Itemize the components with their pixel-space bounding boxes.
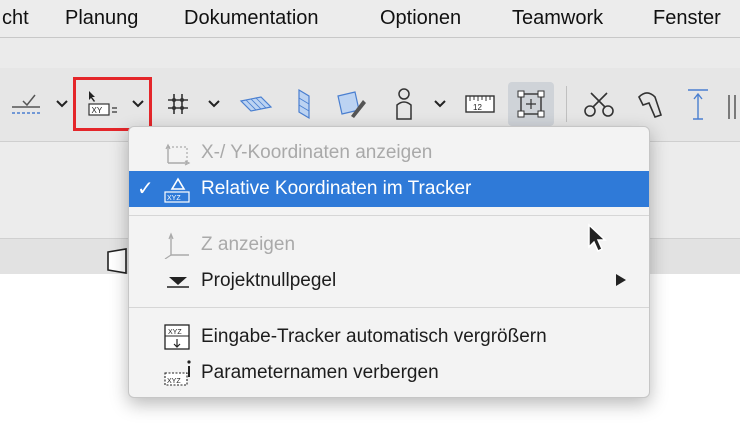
toolbar-overflow-button[interactable] xyxy=(722,82,740,126)
svg-text:XY: XY xyxy=(92,106,103,115)
menu-separator xyxy=(129,215,649,216)
relative-coordinates-icon: XYZ xyxy=(164,177,190,203)
svg-text:XYZ: XYZ xyxy=(167,195,181,202)
pick-button[interactable] xyxy=(628,82,670,126)
pick-icon xyxy=(638,92,663,118)
hide-parameter-names-icon: XYZ xyxy=(164,360,191,386)
menu-optionen[interactable]: Optionen xyxy=(380,7,461,30)
scissors-button[interactable] xyxy=(578,82,620,126)
menu-item-project-zero[interactable]: Projektnullpegel xyxy=(129,263,649,299)
menu-item-label: X-/ Y-Koordinaten anzeigen xyxy=(201,142,433,163)
guide-line-icon xyxy=(12,94,40,114)
menu-item-relative-coordinates[interactable]: ✓ XYZ Relative Koordinaten im Tracker xyxy=(129,171,649,253)
menu-item-tracker-enlarge[interactable]: XYZ Eingabe-Tracker automatisch vergröße… xyxy=(129,319,649,355)
window-title-area xyxy=(0,38,740,68)
svg-text:12: 12 xyxy=(473,103,482,112)
menu-item-show-z[interactable]: Z anzeigen xyxy=(129,227,649,263)
svg-text:XYZ: XYZ xyxy=(167,378,181,385)
coordinates-dropdown-menu: X-/ Y-Koordinaten anzeigen ✓ XYZ Relativ… xyxy=(128,126,650,398)
grid-snap-icon xyxy=(168,94,188,114)
submenu-arrow-icon xyxy=(616,274,626,286)
vertical-plane-button[interactable] xyxy=(288,82,320,126)
z-axis-icon xyxy=(164,232,189,259)
checkmark-icon: ✓ xyxy=(137,178,154,200)
chevron-down-icon[interactable] xyxy=(52,82,72,126)
elevation-icon xyxy=(688,89,708,120)
svg-text:XYZ: XYZ xyxy=(168,329,182,336)
menu-bar: cht Planung Dokumentation Optionen Teamw… xyxy=(0,0,740,38)
menu-item-label: Parameternamen verbergen xyxy=(201,362,439,383)
xy-coordinates-icon xyxy=(165,143,191,166)
menu-item-label: Relative Koordinaten im Tracker xyxy=(201,178,472,199)
zero-level-icon xyxy=(167,277,189,288)
menu-item-label: Z anzeigen xyxy=(201,234,296,255)
toolbar-separator xyxy=(566,86,567,122)
guide-line-button[interactable] xyxy=(6,82,46,126)
figure-button[interactable] xyxy=(388,82,420,126)
edit-plane-button[interactable] xyxy=(332,82,370,126)
selection-frame-icon xyxy=(517,90,545,118)
document-shape-icon xyxy=(107,248,127,274)
ruler-icon: 12 xyxy=(465,95,495,113)
chevron-down-icon[interactable] xyxy=(204,82,224,126)
elevation-icon xyxy=(728,95,736,119)
selection-frame-button[interactable] xyxy=(508,82,554,126)
menu-separator xyxy=(129,307,649,308)
tracker-enlarge-icon: XYZ xyxy=(164,324,190,350)
menu-planung[interactable]: Planung xyxy=(65,7,138,30)
chevron-down-icon[interactable] xyxy=(430,82,450,126)
menu-item-label: Projektnullpegel xyxy=(201,270,337,291)
menu-fenster[interactable]: Fenster xyxy=(653,7,721,30)
grid-snap-button[interactable] xyxy=(160,82,196,126)
edit-plane-icon xyxy=(337,91,366,118)
vertical-plane-icon xyxy=(298,88,310,120)
menu-item-label: Eingabe-Tracker automatisch vergrößern xyxy=(201,326,547,347)
plane-button[interactable] xyxy=(234,82,278,126)
menu-item-hide-parameter-names[interactable]: XYZ Parameternamen verbergen xyxy=(129,355,649,391)
chevron-down-icon[interactable] xyxy=(128,82,148,126)
scissors-icon xyxy=(584,92,614,117)
ruler-button[interactable]: 12 xyxy=(462,82,498,126)
plane-icon xyxy=(239,96,273,112)
coordinates-xy-icon: XY xyxy=(88,91,117,116)
figure-icon xyxy=(396,88,412,120)
menu-item-xy-coordinates[interactable]: X-/ Y-Koordinaten anzeigen xyxy=(129,135,649,171)
elevation-button[interactable] xyxy=(680,82,716,126)
menu-dokumentation[interactable]: Dokumentation xyxy=(184,7,319,30)
menu-ansicht[interactable]: cht xyxy=(2,7,29,30)
menu-teamwork[interactable]: Teamwork xyxy=(512,7,603,30)
coordinates-button[interactable]: XY xyxy=(80,82,124,126)
